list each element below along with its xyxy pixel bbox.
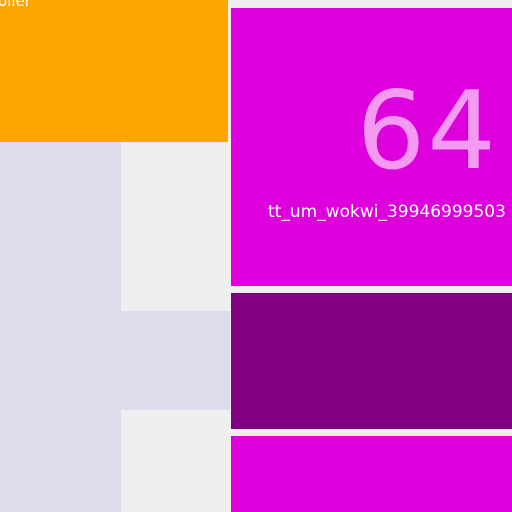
tile-name: tt_um_wokwi_39946999503 [268, 202, 506, 222]
treemap-tile-empty-bottom [121, 410, 230, 512]
treemap-tile-magenta[interactable] [231, 436, 512, 512]
treemap-view: oller 64 tt_um_wokwi_39946999503 [0, 0, 512, 512]
treemap-tile-empty-top [121, 142, 230, 311]
treemap-tile-selected[interactable]: 64 tt_um_wokwi_39946999503 [231, 8, 512, 286]
treemap-tile-lavender-segment[interactable] [121, 311, 230, 410]
treemap-tile-purple[interactable] [231, 293, 512, 429]
tile-count: 64 [356, 69, 498, 194]
treemap-tile-lavender[interactable] [0, 142, 121, 512]
tile-label: oller [0, 0, 31, 10]
treemap-tile-orange[interactable]: oller [0, 0, 228, 142]
